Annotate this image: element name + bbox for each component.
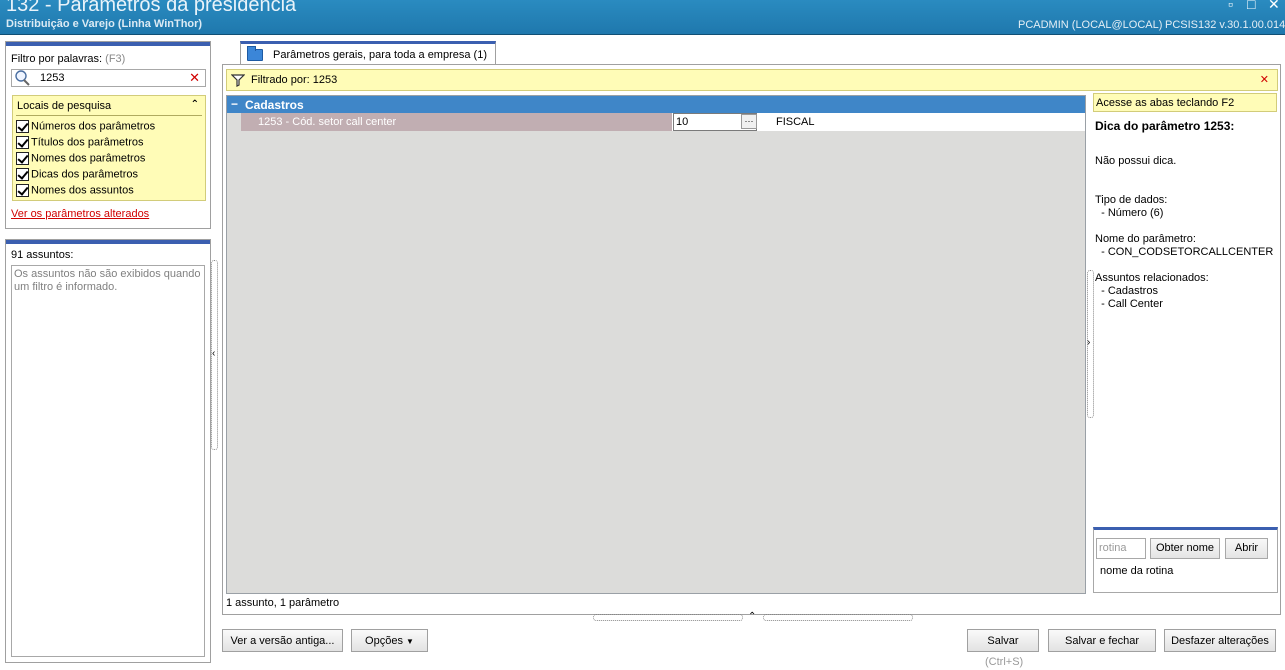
help-subject-item: - Cadastros <box>1095 285 1158 297</box>
checkbox-param-tips[interactable]: Dicas dos parâmetros <box>16 168 138 182</box>
save-close-button[interactable]: Salvar e fechar <box>1048 629 1156 652</box>
filter-icon <box>231 74 245 87</box>
user-info: PCADMIN (LOCAL@LOCAL) <box>1018 19 1163 31</box>
filter-status-bar: Filtrado por: 1253 ✕ <box>226 69 1278 91</box>
grid-footer: 1 assunto, 1 parâmetro <box>226 597 340 609</box>
folder-icon <box>247 46 263 61</box>
options-button[interactable]: Opções ▼ <box>351 629 428 652</box>
bottom-splitter[interactable]: ⌃ <box>593 611 913 622</box>
params-grid: − Cadastros 1253 - Cód. setor call cente… <box>226 95 1086 594</box>
search-input[interactable]: 1253 ✕ <box>11 69 206 87</box>
collapse-icon[interactable]: ⌃ <box>191 99 199 110</box>
checkbox-icon <box>16 120 29 133</box>
collapse-bottom-icon[interactable]: ⌃ <box>748 611 756 622</box>
checkbox-icon <box>16 168 29 181</box>
tabs-hint: Acesse as abas teclando F2 <box>1093 93 1277 112</box>
undo-changes-button[interactable]: Desfazer alterações <box>1164 629 1276 652</box>
checkbox-icon <box>16 136 29 149</box>
collapse-left-icon[interactable]: ‹ <box>212 348 215 359</box>
help-type-label: Tipo de dados: <box>1095 194 1168 206</box>
checkbox-icon <box>16 184 29 197</box>
help-tip: Não possui dica. <box>1095 155 1177 167</box>
rotina-lookup: rotina Obter nome Abrir nome da rotina <box>1093 527 1278 593</box>
close-icon[interactable]: ✕ <box>1268 0 1280 13</box>
help-name-label: Nome do parâmetro: <box>1095 233 1196 245</box>
param-module: FISCAL <box>776 116 815 128</box>
subjects-panel: 91 assuntos: Os assuntos não são exibido… <box>5 239 211 663</box>
clear-filter-icon[interactable]: ✕ <box>1260 73 1269 86</box>
tab-general-params[interactable]: Parâmetros gerais, para toda a empresa (… <box>240 41 496 66</box>
search-locations: Locais de pesquisa ⌃ Números dos parâmet… <box>12 95 206 201</box>
clear-search-icon[interactable]: ✕ <box>189 70 200 86</box>
old-version-button[interactable]: Ver a versão antiga... <box>222 629 343 652</box>
version-info: PCSIS132 v.30.1.00.014 <box>1165 19 1285 31</box>
rotina-input[interactable]: rotina <box>1096 538 1146 559</box>
help-subjects-label: Assuntos relacionados: <box>1095 272 1209 284</box>
checkbox-param-titles[interactable]: Títulos dos parâmetros <box>16 136 144 150</box>
help-type-value: - Número (6) <box>1095 207 1164 219</box>
restore-icon[interactable]: ▫ <box>1228 0 1233 12</box>
save-button[interactable]: Salvar <box>967 629 1039 652</box>
checkbox-param-names[interactable]: Nomes dos parâmetros <box>16 152 145 166</box>
dropdown-icon: ▼ <box>406 637 414 646</box>
checkbox-icon <box>16 152 29 165</box>
help-name-value: - CON_CODSETORCALLCENTER <box>1095 246 1274 258</box>
changed-params-link[interactable]: Ver os parâmetros alterados <box>11 208 149 220</box>
group-name: Cadastros <box>245 98 304 112</box>
title-bar: 132 - Parâmetros da presidência Distribu… <box>0 0 1285 35</box>
main-panel: Filtrado por: 1253 ✕ − Cadastros 1253 - … <box>222 64 1281 615</box>
filter-shortcut: (F3) <box>105 53 126 65</box>
help-subject-item: - Call Center <box>1095 298 1163 310</box>
help-title: Dica do parâmetro 1253: <box>1095 119 1235 133</box>
save-shortcut: (Ctrl+S) <box>985 656 1024 668</box>
table-row[interactable]: 1253 - Cód. setor call center 10 ··· FIS… <box>241 113 1085 131</box>
group-row[interactable]: − Cadastros <box>227 96 1085 113</box>
ellipsis-button[interactable]: ··· <box>741 114 757 129</box>
filter-label: Filtro por palavras: (F3) <box>11 53 126 65</box>
rotina-name-label: nome da rotina <box>1100 565 1174 577</box>
collapse-group-icon[interactable]: − <box>231 97 238 111</box>
param-name: 1253 - Cód. setor call center <box>241 113 672 131</box>
maximize-icon[interactable]: □ <box>1247 0 1255 12</box>
subjects-list[interactable]: Os assuntos não são exibidos quando um f… <box>11 265 205 657</box>
tab-label: Parâmetros gerais, para toda a empresa (… <box>273 49 487 61</box>
locations-title: Locais de pesquisa <box>17 100 112 112</box>
open-button[interactable]: Abrir <box>1225 538 1268 559</box>
checkbox-param-numbers[interactable]: Números dos parâmetros <box>16 120 155 134</box>
filter-panel: Filtro por palavras: (F3) 1253 ✕ Locais … <box>5 41 211 229</box>
window-subtitle: Distribuição e Varejo (Linha WinThor) <box>6 18 203 30</box>
checkbox-subject-names[interactable]: Nomes dos assuntos <box>16 184 134 198</box>
filter-status-text: Filtrado por: 1253 <box>251 74 338 86</box>
get-name-button[interactable]: Obter nome <box>1150 538 1220 559</box>
search-icon <box>15 70 30 86</box>
subjects-count: 91 assuntos: <box>11 249 74 261</box>
search-value: 1253 <box>40 72 65 84</box>
collapse-right-icon[interactable]: › <box>1087 337 1090 348</box>
window-title: 132 - Parâmetros da presidência <box>6 0 297 16</box>
